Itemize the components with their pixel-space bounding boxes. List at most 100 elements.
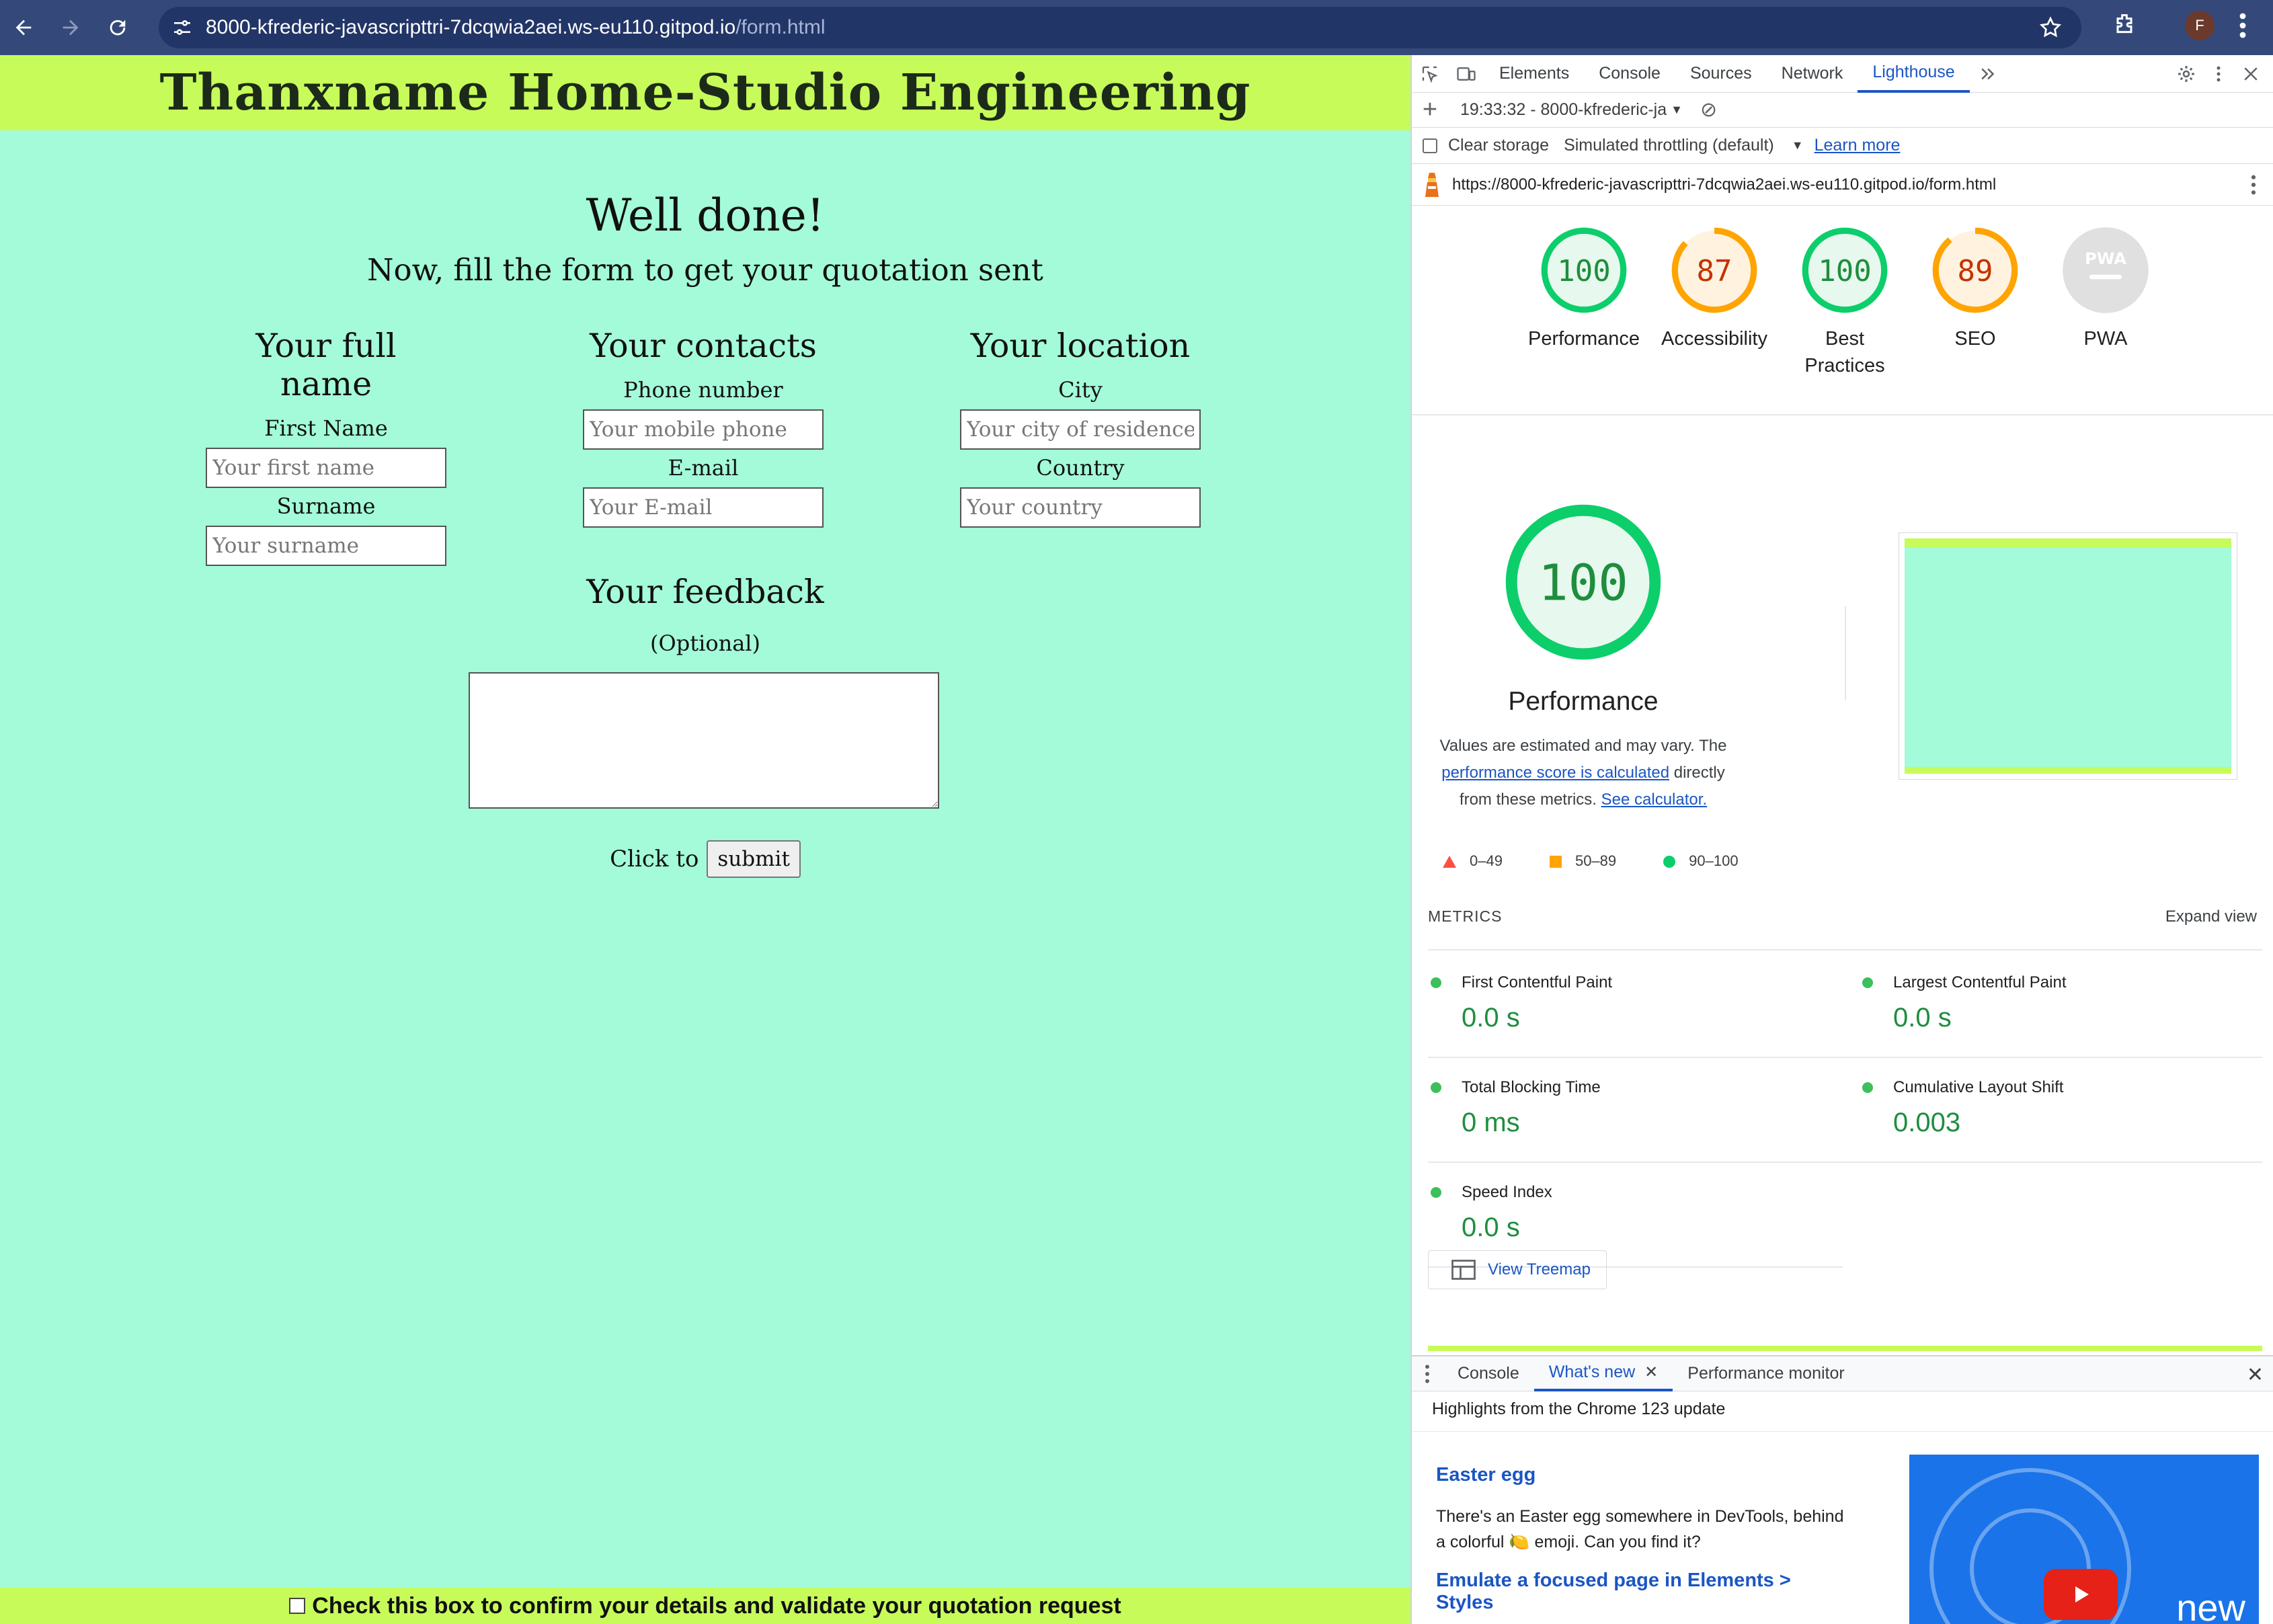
extensions-icon[interactable] xyxy=(2111,11,2138,41)
surname-label: Surname xyxy=(276,493,376,519)
report-selector[interactable]: 19:33:32 - 8000-kfrederic-ja xyxy=(1460,100,1667,120)
performance-summary: 100 Performance Values are estimated and… xyxy=(1412,501,1755,813)
video-caption: new xyxy=(2176,1586,2245,1624)
tab-lighthouse[interactable]: Lighthouse xyxy=(1858,55,1970,93)
gauge-seo[interactable]: 89 SEO xyxy=(1908,226,2042,352)
news-title[interactable]: Emulate a focused page in Elements > Sty… xyxy=(1436,1570,1853,1614)
tab-console[interactable]: Console xyxy=(1584,55,1675,93)
submit-button[interactable]: submit xyxy=(707,840,801,878)
drawer-tab-whats-new[interactable]: What's new ✕ xyxy=(1533,1356,1673,1391)
url-text: 8000-kfrederic-javascripttri-7dcqwia2aei… xyxy=(206,16,826,39)
whats-new-video[interactable]: new xyxy=(1909,1455,2259,1624)
metric-name: Speed Index xyxy=(1462,1183,1552,1201)
legend-label: 0–49 xyxy=(1470,852,1503,869)
gauge-best-practices[interactable]: 100 Best Practices xyxy=(1778,226,1912,379)
device-toolbar-icon[interactable] xyxy=(1448,64,1484,84)
tab-network[interactable]: Network xyxy=(1767,55,1858,93)
drawer-menu-icon[interactable] xyxy=(1412,1363,1443,1385)
devtools-drawer: Console What's new ✕ Performance monitor … xyxy=(1412,1355,2273,1624)
devtools-menu-icon[interactable] xyxy=(2208,64,2229,84)
gauge-performance[interactable]: 100 Performance xyxy=(1517,226,1651,352)
feedback-optional-label: (Optional) xyxy=(650,631,760,656)
first-name-label: First Name xyxy=(264,415,388,441)
phone-label: Phone number xyxy=(623,377,783,403)
throttling-label: Simulated throttling (default) xyxy=(1564,136,1774,155)
tab-elements[interactable]: Elements xyxy=(1484,55,1584,93)
column-title: Your location xyxy=(970,327,1191,365)
first-name-input[interactable] xyxy=(206,448,446,488)
email-label: E-mail xyxy=(668,455,739,481)
confirm-label: Check this box to confirm your details a… xyxy=(312,1592,1121,1619)
site-info-icon[interactable] xyxy=(159,17,206,38)
throttling-caret-icon[interactable]: ▼ xyxy=(1792,138,1804,153)
profile-avatar[interactable]: F xyxy=(2185,11,2215,40)
bookmark-star-icon[interactable] xyxy=(2038,15,2063,43)
close-tab-icon[interactable]: ✕ xyxy=(1644,1363,1658,1382)
pass-dot-icon xyxy=(1431,1187,1441,1198)
clear-storage-checkbox[interactable] xyxy=(1423,138,1437,153)
clear-storage-label: Clear storage xyxy=(1448,136,1550,155)
gauge-label: Best Practices xyxy=(1804,328,1885,376)
browser-menu-icon[interactable] xyxy=(2236,9,2249,45)
reload-button[interactable] xyxy=(94,0,141,55)
legend-fail: 0–49 xyxy=(1443,852,1503,870)
inspect-element-icon[interactable] xyxy=(1412,64,1448,84)
performance-title: Performance xyxy=(1508,687,1659,716)
city-input[interactable] xyxy=(960,409,1201,450)
pwa-badge-icon: PWA xyxy=(2063,227,2149,313)
score-gauge-icon: 87 xyxy=(1671,227,1757,313)
drawer-tab-console[interactable]: Console xyxy=(1443,1356,1534,1391)
gear-icon[interactable] xyxy=(2176,64,2196,84)
legend-average: 50–89 xyxy=(1549,852,1616,870)
close-icon[interactable] xyxy=(2241,64,2261,84)
gauge-label: PWA xyxy=(2083,328,2128,350)
view-treemap-button[interactable]: View Treemap xyxy=(1428,1250,1607,1289)
drawer-tab-performance-monitor[interactable]: Performance monitor xyxy=(1673,1356,1859,1391)
gauge-accessibility[interactable]: 87 Accessibility xyxy=(1647,226,1782,352)
forward-button[interactable] xyxy=(47,0,94,55)
score-calculated-link[interactable]: performance score is calculated xyxy=(1441,764,1669,782)
gauge-value: 100 xyxy=(1538,555,1628,612)
play-icon[interactable] xyxy=(2044,1569,2118,1620)
news-body: There's an Easter egg somewhere in DevTo… xyxy=(1436,1507,1844,1551)
url-path: /form.html xyxy=(735,16,826,38)
gauge-value: 89 xyxy=(1958,254,1993,288)
thumbnail-image xyxy=(1905,538,2231,774)
filmstrip xyxy=(1428,1346,2262,1351)
expand-view-toggle[interactable]: Expand view xyxy=(2165,907,2257,926)
reload-icon xyxy=(110,19,126,36)
news-title[interactable]: Easter egg xyxy=(1436,1464,1853,1486)
feedback-title: Your feedback xyxy=(586,573,824,611)
gauge-pwa[interactable]: PWA PWA xyxy=(2038,226,2173,352)
report-menu-icon[interactable] xyxy=(2250,173,2257,201)
city-label: City xyxy=(1058,377,1103,403)
close-drawer-icon[interactable]: ✕ xyxy=(2247,1363,2264,1387)
drawer-tab-label: Console xyxy=(1458,1364,1519,1383)
back-button[interactable] xyxy=(0,0,47,55)
metric-value: 0.003 xyxy=(1893,1108,1961,1137)
learn-more-link[interactable]: Learn more xyxy=(1815,136,1901,155)
desc-text: Values are estimated and may vary. The xyxy=(1439,737,1727,755)
score-gauges: 100 Performance 87 Accessibility 100 Bes… xyxy=(1412,206,2273,415)
divider xyxy=(1428,1162,2262,1163)
clear-all-icon[interactable]: ⊘ xyxy=(1700,98,1717,122)
drawer-tabbar: Console What's new ✕ Performance monitor … xyxy=(1412,1356,2273,1391)
site-banner: Thanxname Home-Studio Engineering xyxy=(0,55,1410,130)
score-gauge-icon: 100 xyxy=(1802,227,1888,313)
pwa-dash xyxy=(2089,274,2122,280)
address-bar[interactable]: 8000-kfrederic-javascripttri-7dcqwia2aei… xyxy=(159,7,2081,48)
square-icon xyxy=(1549,856,1562,868)
surname-input[interactable] xyxy=(206,526,446,566)
new-report-plus-icon[interactable]: + xyxy=(1412,95,1448,124)
phone-input[interactable] xyxy=(583,409,824,450)
more-tabs-icon[interactable] xyxy=(1970,64,2006,84)
country-input[interactable] xyxy=(960,487,1201,528)
dropdown-caret-icon[interactable]: ▼ xyxy=(1671,103,1683,117)
feedback-textarea[interactable] xyxy=(469,672,939,809)
see-calculator-link[interactable]: See calculator. xyxy=(1601,790,1707,809)
screenshot-thumbnail[interactable] xyxy=(1899,532,2237,780)
lighthouse-toolbar: + 19:33:32 - 8000-kfrederic-ja ▼ ⊘ xyxy=(1412,93,2273,128)
tab-sources[interactable]: Sources xyxy=(1675,55,1767,93)
confirm-checkbox[interactable] xyxy=(289,1598,306,1614)
email-input[interactable] xyxy=(583,487,824,528)
